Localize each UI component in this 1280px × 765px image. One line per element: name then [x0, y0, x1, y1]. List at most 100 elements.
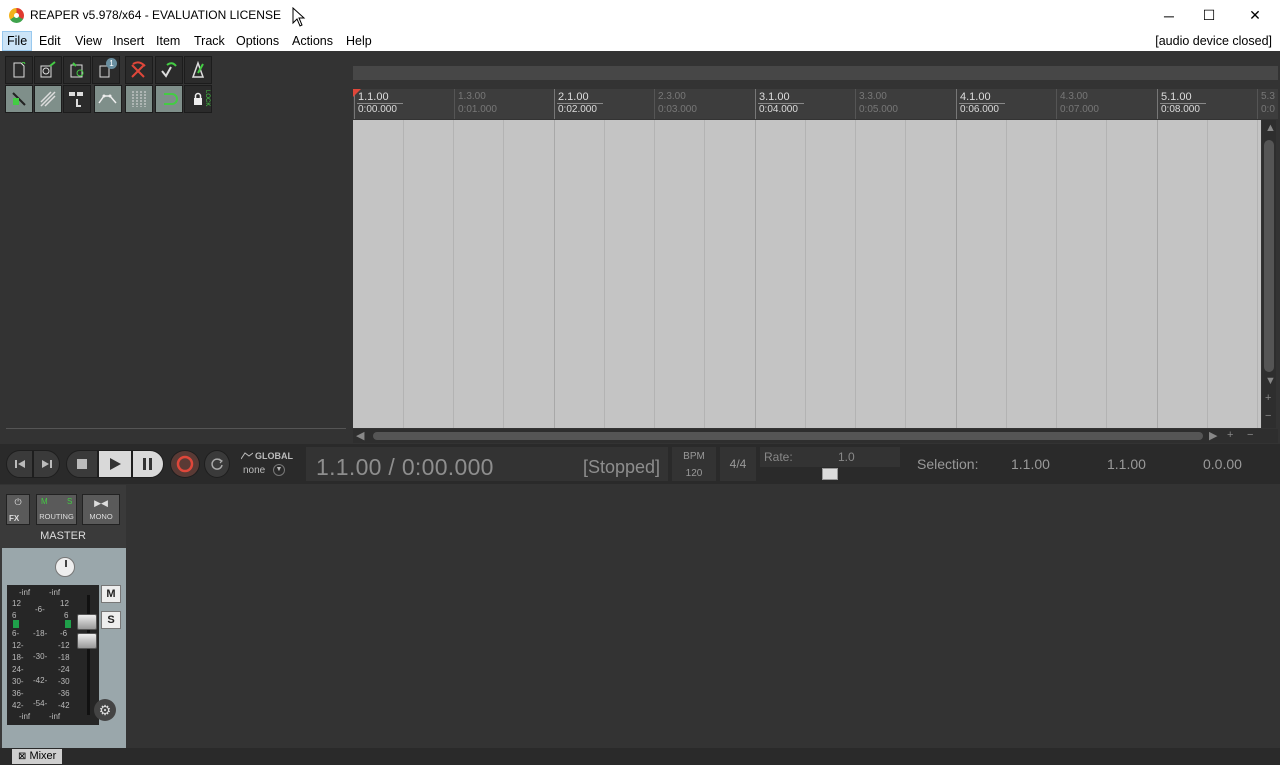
selection-display[interactable]: Selection: 1.1.00 1.1.00 0.0.00	[906, 447, 1264, 481]
undo-button[interactable]	[125, 56, 153, 84]
tab-mixer-label: Mixer	[29, 750, 57, 762]
lock-button[interactable]: LOCK	[184, 85, 212, 113]
grid-line	[704, 120, 705, 428]
envelope-button[interactable]	[94, 85, 122, 113]
mute-indicator-small: M	[41, 497, 48, 506]
record-button[interactable]	[170, 450, 200, 478]
mute-button[interactable]: M	[101, 585, 121, 603]
time-display[interactable]: 1.1.00 / 0:00.000 [Stopped]	[306, 447, 668, 481]
ruler-time-label: 0:0	[1261, 104, 1275, 115]
menu-file[interactable]: File	[2, 31, 33, 51]
menu-edit[interactable]: Edit	[35, 31, 65, 51]
meter-scale-left: 6-	[12, 629, 20, 638]
timeline-ruler[interactable]: 1.1.00 0:00.000 1.3.00 0:01.000 2.1.00 0…	[353, 89, 1278, 119]
grid-line	[1056, 120, 1057, 428]
ruler-underline	[1160, 103, 1206, 104]
volume-fader-handle[interactable]	[77, 614, 97, 630]
volume-fader-handle-lower[interactable]	[77, 633, 97, 649]
time-signature[interactable]: 4/4	[720, 447, 756, 481]
snap-button[interactable]	[5, 85, 33, 113]
ripple-button[interactable]	[34, 85, 62, 113]
rate-slider[interactable]	[760, 467, 900, 481]
stop-button[interactable]	[66, 450, 98, 478]
rate-value: 1.0	[838, 450, 855, 464]
vertical-scroll-thumb[interactable]	[1264, 140, 1274, 372]
level-meter: -inf -inf 12 6 6- 12- 18- 24- 30- 36- 42…	[7, 585, 99, 725]
badge-count: 1	[106, 58, 117, 69]
metronome-button[interactable]	[184, 56, 212, 84]
go-to-end-button[interactable]	[33, 450, 60, 478]
h-zoom-in-icon[interactable]: +	[1227, 429, 1233, 441]
grid-button[interactable]	[125, 85, 153, 113]
tempo-display[interactable]: BPM 120	[672, 447, 716, 481]
scroll-right-icon[interactable]: ▶	[1209, 429, 1217, 442]
ruler-marker: 4.1.00 0:06.000	[956, 89, 1005, 119]
horizontal-scroll-thumb[interactable]	[373, 432, 1203, 440]
menu-item[interactable]: Item	[152, 31, 184, 51]
menu-help[interactable]: Help	[342, 31, 376, 51]
close-button[interactable]: ✕	[1232, 0, 1278, 31]
meter-scale-mid: -42-	[33, 676, 48, 685]
zoom-in-icon[interactable]: +	[1265, 392, 1271, 404]
open-project-icon	[40, 61, 56, 78]
meter-scale-left: 12-	[12, 641, 24, 650]
maximize-button[interactable]: ☐	[1186, 0, 1232, 31]
pause-button[interactable]	[132, 450, 164, 478]
h-zoom-out-icon[interactable]: −	[1247, 429, 1253, 441]
tab-mixer[interactable]: ⊠ Mixer	[12, 749, 63, 764]
automation-mode[interactable]: GLOBAL none ▼	[239, 449, 293, 479]
mono-button[interactable]: ▶◀ MONO	[82, 494, 120, 525]
open-project-button[interactable]	[34, 56, 62, 84]
menu-view[interactable]: View	[71, 31, 106, 51]
go-to-start-button[interactable]	[6, 450, 33, 478]
loop-button[interactable]	[155, 85, 183, 113]
horizontal-scrollbar[interactable]: ◀ ▶ + −	[353, 429, 1278, 443]
mixer-panel[interactable]: ⏻ FX M S ROUTING ▶◀ MONO MASTER -inf -in…	[0, 485, 1280, 748]
rate-slider-knob[interactable]	[822, 468, 838, 480]
grid-line	[905, 120, 906, 428]
playrate-control[interactable]: Rate: 1.0	[760, 447, 900, 481]
meter-floor-right: -inf	[49, 712, 61, 721]
global-label-text: GLOBAL	[255, 451, 293, 461]
fx-button[interactable]: ⏻ FX	[6, 494, 30, 525]
play-button[interactable]	[98, 450, 132, 478]
new-project-button[interactable]	[5, 56, 33, 84]
grid-line	[554, 120, 555, 428]
menu-actions[interactable]: Actions	[288, 31, 337, 51]
loop-icon	[164, 93, 178, 105]
rate-label: Rate:	[764, 450, 793, 464]
vertical-scrollbar[interactable]: ▲ ▼ + −	[1262, 120, 1276, 428]
dropdown-icon[interactable]: ▼	[273, 464, 285, 476]
scroll-left-icon[interactable]: ◀	[356, 429, 364, 442]
routing-button[interactable]: M S ROUTING	[36, 494, 77, 525]
grid-line	[654, 120, 655, 428]
redo-button[interactable]	[155, 56, 183, 84]
menu-track[interactable]: Track	[190, 31, 229, 51]
master-track-strip[interactable]: ⏻ FX M S ROUTING ▶◀ MONO MASTER -inf -in…	[0, 485, 126, 748]
menu-options[interactable]: Options	[232, 31, 283, 51]
save-project-icon	[70, 62, 84, 78]
project-settings-button[interactable]: 1	[92, 56, 120, 84]
tcp-divider	[6, 428, 346, 429]
save-project-button[interactable]	[63, 56, 91, 84]
arrange-view[interactable]	[353, 120, 1261, 428]
track-control-panel[interactable]: 1 LOCK	[0, 52, 352, 442]
gear-icon[interactable]: ⚙	[94, 699, 116, 721]
grouping-button[interactable]	[63, 85, 91, 113]
grid-line	[453, 120, 454, 428]
solo-button[interactable]: S	[101, 611, 121, 629]
close-icon[interactable]: ⊠	[18, 751, 26, 762]
ruler-bar-label: 3.3.00	[859, 91, 887, 102]
menu-insert[interactable]: Insert	[109, 31, 148, 51]
volume-fader-track[interactable]	[87, 595, 90, 715]
pan-knob[interactable]	[55, 557, 75, 577]
ruler-marker: 2.3.00 0:03.000	[654, 89, 697, 119]
meter-scale-right: 12	[60, 599, 69, 608]
scroll-down-icon[interactable]: ▼	[1265, 375, 1276, 387]
grid-line	[855, 120, 856, 428]
zoom-out-icon[interactable]: −	[1265, 410, 1271, 422]
automation-mode-value[interactable]: none	[243, 465, 265, 476]
skip-forward-icon	[41, 460, 52, 468]
scroll-up-icon[interactable]: ▲	[1265, 122, 1276, 134]
repeat-button[interactable]	[204, 450, 230, 478]
